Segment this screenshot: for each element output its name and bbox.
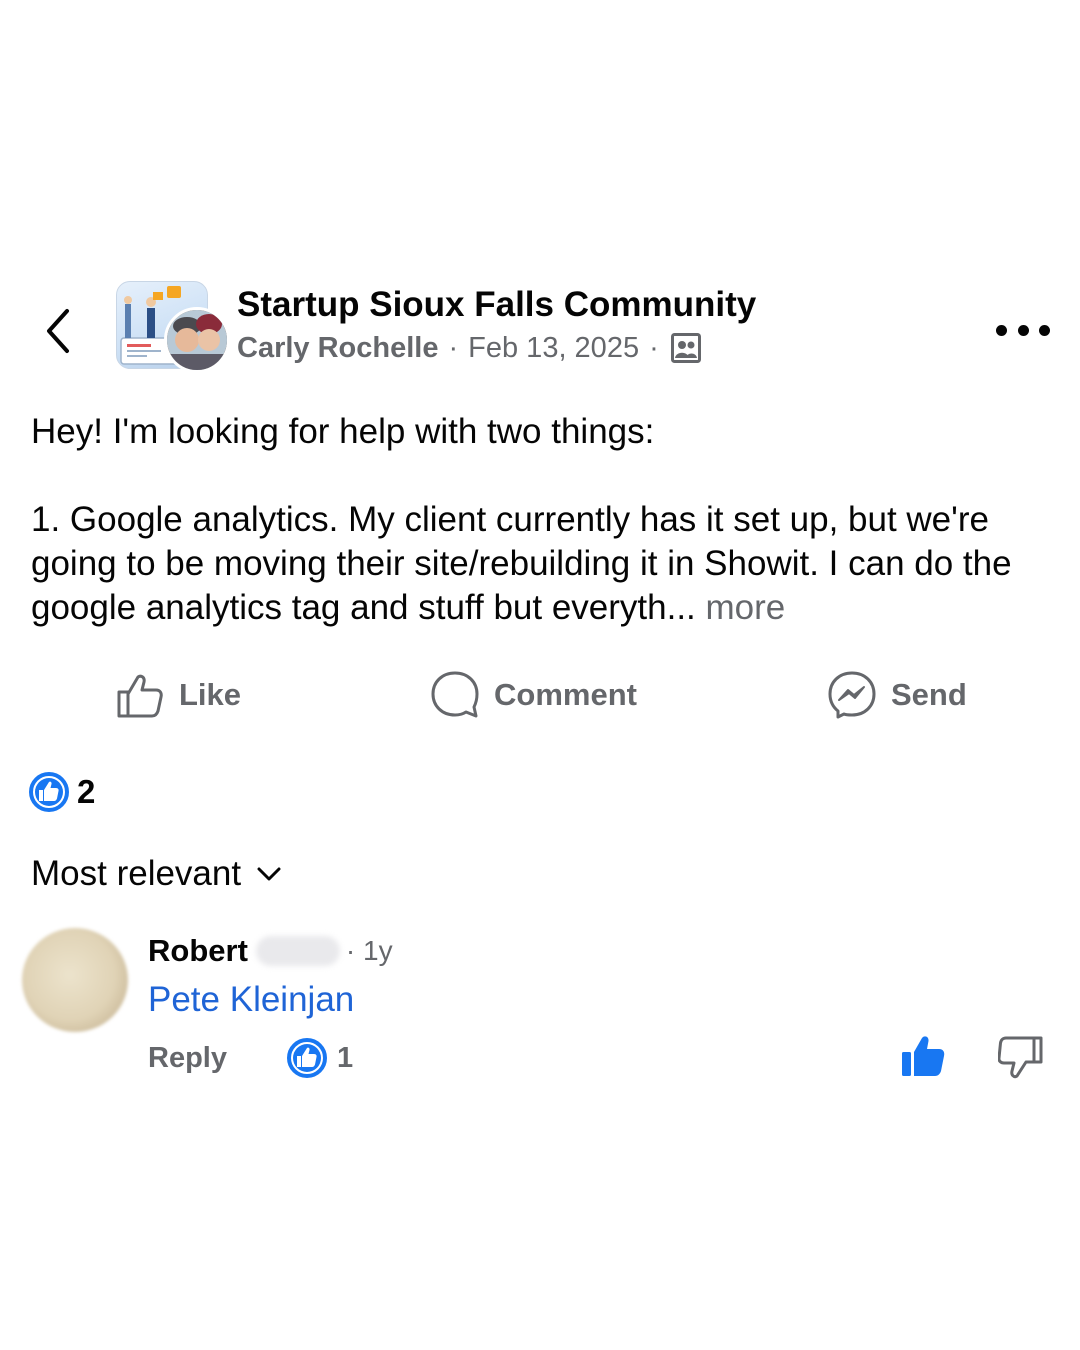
more-options-button[interactable]	[996, 312, 1050, 348]
comment-author[interactable]: Robert	[148, 930, 248, 972]
comment-timestamp: · 1y	[345, 935, 393, 966]
more-dot-icon	[1039, 324, 1050, 336]
post-text: Hey! I'm looking for help with two thing…	[31, 410, 1061, 630]
group-avatar[interactable]	[116, 281, 230, 373]
chevron-down-icon	[257, 861, 283, 887]
comment-bubble-icon	[430, 670, 480, 720]
sort-label: Most relevant	[31, 854, 242, 893]
comment-label: Comment	[494, 677, 637, 712]
post-meta: Carly Rochelle · Feb 13, 2025 ·	[237, 328, 756, 368]
meta-separator: ·	[448, 332, 459, 364]
post-author[interactable]: Carly Rochelle	[237, 328, 438, 368]
comment-header: Robert · 1y	[148, 930, 393, 972]
comment-reaction-summary[interactable]: 1	[287, 1038, 353, 1078]
comment-dislike-button[interactable]	[997, 1034, 1044, 1080]
back-button[interactable]	[38, 306, 78, 356]
author-avatar	[164, 307, 230, 373]
like-button[interactable]: Like	[115, 668, 241, 722]
like-reaction-icon	[287, 1038, 327, 1078]
group-name[interactable]: Startup Sioux Falls Community	[237, 284, 756, 326]
send-label: Send	[891, 677, 967, 712]
post-date[interactable]: Feb 13, 2025	[468, 328, 639, 368]
post-paragraph: 1. Google analytics. My client currently…	[31, 498, 1061, 630]
meta-separator: ·	[649, 332, 659, 364]
thumbs-up-filled-icon	[902, 1036, 945, 1076]
comment-sort-dropdown[interactable]: Most relevant	[31, 854, 283, 894]
like-label: Like	[179, 677, 242, 712]
see-more-link[interactable]: more	[706, 588, 786, 627]
comment-mention-link[interactable]: Pete Kleinjan	[148, 978, 354, 1022]
redacted-surname	[255, 936, 340, 966]
comment-button[interactable]: Comment	[430, 668, 637, 722]
thumbs-down-outline-icon	[997, 1036, 1043, 1079]
post-paragraph-text: 1. Google analytics. My client currently…	[31, 500, 1012, 627]
post-header: Startup Sioux Falls Community Carly Roch…	[237, 284, 756, 368]
chevron-left-icon	[47, 309, 69, 353]
messenger-icon	[827, 670, 877, 720]
like-reaction-icon	[29, 772, 69, 812]
more-dot-icon	[996, 324, 1007, 336]
send-button[interactable]: Send	[827, 668, 967, 722]
more-dot-icon	[1017, 324, 1029, 336]
reply-button[interactable]: Reply	[148, 1038, 227, 1078]
comment-reaction-count: 1	[337, 1041, 354, 1074]
post-line: Hey! I'm looking for help with two thing…	[31, 412, 655, 451]
group-members-icon	[670, 333, 701, 363]
commenter-avatar[interactable]	[22, 928, 128, 1032]
comment-like-button[interactable]	[900, 1034, 946, 1080]
reaction-summary[interactable]: 2	[29, 772, 95, 812]
thumbs-up-outline-icon	[115, 670, 165, 720]
reaction-count: 2	[77, 773, 96, 810]
